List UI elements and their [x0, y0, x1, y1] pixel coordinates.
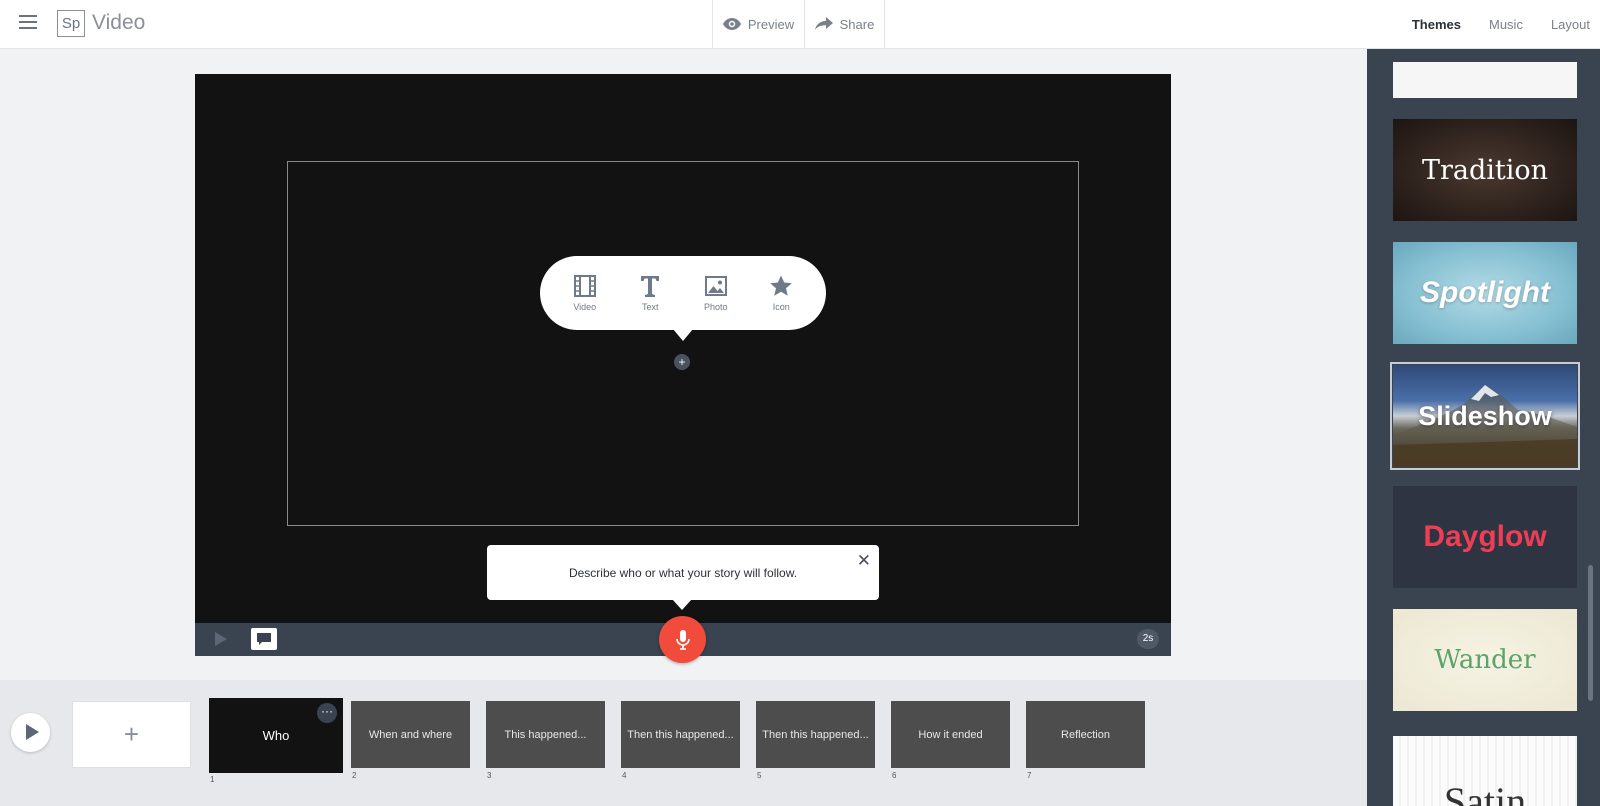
preview-label: Preview	[747, 16, 795, 32]
share-button[interactable]: Share	[804, 0, 885, 48]
play-slide-icon[interactable]	[215, 632, 227, 646]
top-bar: Sp Video Preview Share Themes Music Layo…	[0, 0, 1600, 49]
slide-number: 3	[487, 771, 492, 780]
speech-bubble-icon	[257, 633, 271, 645]
slide-thumbnail[interactable]: Then this happened...	[756, 701, 875, 768]
right-panel-tabs: Themes Music Layout	[1412, 0, 1590, 48]
insert-photo-label: Photo	[703, 301, 728, 312]
theme-card-wander[interactable]: Wander	[1393, 609, 1577, 711]
slide-number: 7	[1027, 771, 1032, 780]
app-title: Video	[92, 11, 146, 34]
insert-video-button[interactable]: Video	[555, 274, 615, 312]
caption-toggle-button[interactable]	[251, 628, 277, 650]
share-arrow-icon	[814, 17, 833, 30]
theme-card-tradition[interactable]: Tradition	[1393, 119, 1577, 221]
theme-card-satin[interactable]: Satin	[1393, 736, 1577, 806]
theme-name: Wander	[1434, 645, 1536, 675]
theme-name: Satin	[1443, 778, 1527, 806]
insert-icon-button[interactable]: Icon	[751, 275, 811, 312]
theme-name: Tradition	[1421, 154, 1549, 186]
play-all-button[interactable]	[11, 713, 50, 752]
menu-icon[interactable]	[19, 15, 37, 29]
slide-number: 2	[352, 771, 357, 780]
tab-music[interactable]: Music	[1489, 17, 1523, 32]
safe-area-guide	[287, 161, 1079, 526]
share-label: Share	[839, 16, 875, 32]
slide-number: 1	[210, 775, 215, 784]
preview-button[interactable]: Preview	[712, 0, 804, 48]
theme-name: Dayglow	[1423, 520, 1547, 553]
theme-name: Slideshow	[1418, 400, 1552, 431]
slide-title: When and where	[368, 728, 453, 741]
more-options-icon[interactable]: ···	[317, 703, 337, 723]
themes-panel: Tradition Spotlight Slideshow Dayglow Wa…	[1367, 49, 1600, 806]
add-slide-button[interactable]: +	[72, 701, 191, 768]
theme-card-spotlight[interactable]: Spotlight	[1393, 242, 1577, 344]
slide-title: How it ended	[918, 728, 983, 741]
theme-name: Spotlight	[1420, 276, 1550, 309]
slide-thumbnail[interactable]: Who ···	[209, 698, 343, 773]
slide-thumbnail[interactable]: Reflection	[1026, 701, 1145, 768]
slide-canvas[interactable]: Video Text Photo Icon + 2s	[195, 74, 1171, 656]
theme-card-slideshow[interactable]: Slideshow	[1390, 362, 1580, 470]
add-content-button[interactable]: +	[674, 354, 690, 370]
tab-themes[interactable]: Themes	[1412, 17, 1461, 32]
slide-title: Then this happened...	[762, 728, 869, 741]
eye-icon	[722, 18, 741, 30]
slide-title: Reflection	[1061, 728, 1110, 741]
text-icon	[641, 275, 660, 297]
slide-number: 6	[892, 771, 897, 780]
tab-layout[interactable]: Layout	[1551, 17, 1590, 32]
slide-title: Who	[262, 728, 290, 743]
slide-duration-badge[interactable]: 2s	[1137, 629, 1159, 649]
story-prompt-tooltip: Describe who or what your story will fol…	[487, 545, 879, 610]
photo-icon	[704, 275, 727, 296]
slide-title: This happened...	[504, 728, 587, 741]
insert-icon-label: Icon	[772, 301, 790, 312]
slide-title: Then this happened...	[627, 728, 734, 741]
insert-content-bubble: Video Text Photo Icon	[540, 256, 826, 341]
insert-text-label: Text	[641, 301, 659, 312]
slide-thumbnail[interactable]: How it ended	[891, 701, 1010, 768]
app-logo: Sp	[57, 10, 85, 37]
prompt-text: Describe who or what your story will fol…	[568, 565, 798, 580]
close-icon[interactable]: ✕	[857, 551, 871, 571]
microphone-icon	[675, 629, 690, 650]
theme-card-dayglow[interactable]: Dayglow	[1393, 486, 1577, 588]
film-icon	[573, 274, 596, 297]
slide-number: 5	[757, 771, 762, 780]
themes-scrollbar[interactable]	[1588, 565, 1593, 701]
insert-video-label: Video	[573, 301, 597, 312]
insert-photo-button[interactable]: Photo	[686, 275, 746, 312]
slide-number: 4	[622, 771, 627, 780]
slide-thumbnail[interactable]: Then this happened...	[621, 701, 740, 768]
theme-card-blank[interactable]	[1393, 62, 1577, 98]
star-icon	[770, 275, 793, 296]
slide-thumbnail[interactable]: When and where	[351, 701, 470, 768]
insert-text-button[interactable]: Text	[620, 275, 680, 312]
slide-thumbnail[interactable]: This happened...	[486, 701, 605, 768]
record-voice-button[interactable]	[659, 616, 706, 663]
